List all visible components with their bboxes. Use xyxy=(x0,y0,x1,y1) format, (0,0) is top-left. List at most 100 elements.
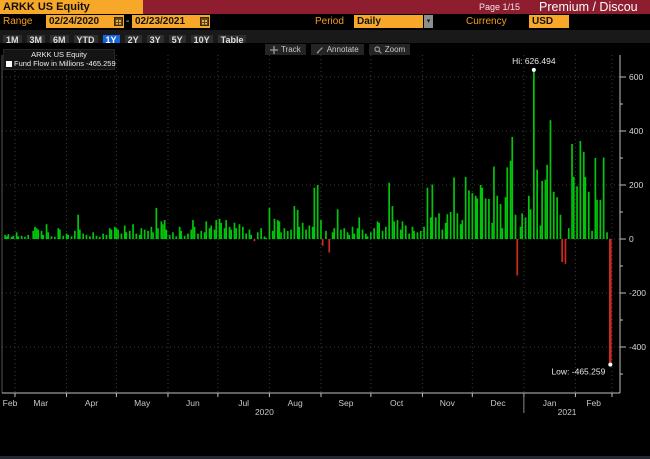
fund-flow-bar xyxy=(223,228,226,239)
fund-flow-bar xyxy=(225,220,227,239)
fund-flow-bar xyxy=(373,228,375,239)
x-year-label: 2021 xyxy=(558,407,577,416)
fund-flow-bar xyxy=(479,185,482,239)
fund-flow-bar xyxy=(504,197,507,240)
y-tick-label: 200 xyxy=(629,180,643,190)
fund-flow-bar xyxy=(65,233,68,239)
zoom-button-label: Zoom xyxy=(384,45,406,54)
fund-flow-bar xyxy=(24,236,26,239)
x-month-label: May xyxy=(134,398,151,408)
fund-flow-bar xyxy=(584,176,587,239)
track-button-label: Track xyxy=(281,45,301,54)
fund-flow-bar xyxy=(92,232,94,240)
fund-flow-bar xyxy=(278,221,281,239)
fund-flow-bar xyxy=(572,176,575,239)
range-separator: - xyxy=(126,16,130,27)
fund-flow-bar xyxy=(128,230,131,239)
fund-flow-bar xyxy=(245,233,247,239)
fund-flow-bar xyxy=(511,136,514,239)
fund-flow-bar xyxy=(47,232,50,240)
fund-flow-bar xyxy=(587,191,590,240)
fund-flow-bar xyxy=(351,226,354,239)
fund-flow-bar xyxy=(544,179,547,239)
fund-flow-bar xyxy=(599,199,602,239)
fund-flow-bar xyxy=(501,228,504,239)
fund-flow-bar xyxy=(20,235,23,239)
x-month-label: Jun xyxy=(186,398,200,408)
fund-flow-bar xyxy=(509,160,512,239)
fund-flow-bar xyxy=(105,234,108,239)
x-month-label: Apr xyxy=(85,398,98,408)
fund-flow-bar xyxy=(37,229,40,240)
currency-select[interactable]: USD xyxy=(529,15,569,28)
fund-flow-bar xyxy=(162,224,164,240)
fund-flow-bar xyxy=(353,233,356,239)
fund-flow-bar xyxy=(391,206,394,239)
fund-flow-bar xyxy=(45,224,48,240)
fund-flow-bar xyxy=(132,224,134,240)
fund-flow-bar xyxy=(446,214,449,239)
legend-series-row: Fund Flow in Millions -465.259 xyxy=(6,59,116,69)
fund-flow-bar xyxy=(286,230,289,239)
fund-flow-bar xyxy=(150,226,153,239)
fund-flow-bar xyxy=(496,195,499,239)
fund-flow-bar xyxy=(453,177,455,239)
fund-flow-bar xyxy=(138,234,141,239)
fund-flow-bar xyxy=(564,239,567,264)
fund-flow-bar xyxy=(333,228,336,239)
fund-flow-bar xyxy=(521,213,523,239)
fund-flow-bar xyxy=(62,235,65,239)
fund-flow-bar xyxy=(423,226,425,239)
fund-flow-bar xyxy=(328,239,331,253)
fund-flow-bar xyxy=(155,207,158,239)
chevron-down-icon[interactable]: ▾ xyxy=(424,15,433,28)
fund-flow-bar xyxy=(528,195,530,239)
fund-flow-bar xyxy=(50,236,53,239)
fund-flow-bar xyxy=(140,228,143,239)
track-button[interactable]: Track xyxy=(265,44,306,55)
fund-flow-bar xyxy=(556,197,558,240)
legend-checkbox[interactable] xyxy=(6,60,12,67)
fund-flow-bar xyxy=(401,221,404,239)
range-end-value: 02/23/2021 xyxy=(135,16,186,27)
fund-flow-bar xyxy=(95,235,98,239)
fund-flow-bar xyxy=(120,233,123,239)
fund-flow-bar xyxy=(205,221,208,239)
annotate-button[interactable]: Annotate xyxy=(310,44,364,55)
fund-flow-bar xyxy=(74,230,76,239)
page-indicator: Page 1/15 xyxy=(479,2,521,12)
period-select[interactable]: Daily xyxy=(354,15,423,28)
period-label: Period xyxy=(315,16,344,27)
fund-flow-bar xyxy=(213,229,216,240)
security-ticker-field[interactable]: ARKK US Equity xyxy=(0,0,143,14)
fund-flow-bar xyxy=(396,220,399,239)
range-end-input[interactable]: 02/23/2021 xyxy=(132,15,210,28)
fund-flow-bar xyxy=(541,180,543,239)
fund-flow-bar xyxy=(242,226,244,239)
calendar-icon[interactable] xyxy=(200,17,209,26)
fund-flow-bar xyxy=(5,236,8,239)
fund-flow-bar xyxy=(381,230,384,239)
chart-plot-area[interactable]: 600 400 200 0 -200 -400 Feb Mar Apr May Jun Jul Aug S… xyxy=(0,43,650,416)
controls-row: Range 02/24/2020 - 02/23/2021 Period Dai… xyxy=(0,14,650,30)
fund-flow-bar xyxy=(365,233,367,239)
range-tab-bar: 1M 3M 6M YTD 1Y 2Y 3Y 5Y 10Y Table xyxy=(0,30,650,46)
fund-flow-bar xyxy=(298,226,301,239)
fund-flow-bar xyxy=(203,232,206,240)
zoom-button[interactable]: Zoom xyxy=(368,44,411,55)
fund-flow-bar xyxy=(256,232,259,240)
calendar-icon[interactable] xyxy=(114,17,123,26)
fund-flow-bar xyxy=(183,235,186,239)
fund-flow-bar xyxy=(308,225,311,239)
range-start-input[interactable]: 02/24/2020 xyxy=(46,15,124,28)
fund-flow-bar xyxy=(135,233,138,239)
fund-flow-bar xyxy=(419,230,422,239)
fund-flow-bar xyxy=(296,209,299,239)
y-tick-label: 600 xyxy=(629,72,643,82)
fund-flow-bar xyxy=(10,236,13,239)
fund-flow-bar xyxy=(263,236,266,239)
fund-flow-bar xyxy=(113,226,116,239)
fund-flow-bar xyxy=(514,214,517,239)
fund-flow-bar xyxy=(192,220,194,239)
legend-series-value: -465.259 xyxy=(86,58,116,68)
